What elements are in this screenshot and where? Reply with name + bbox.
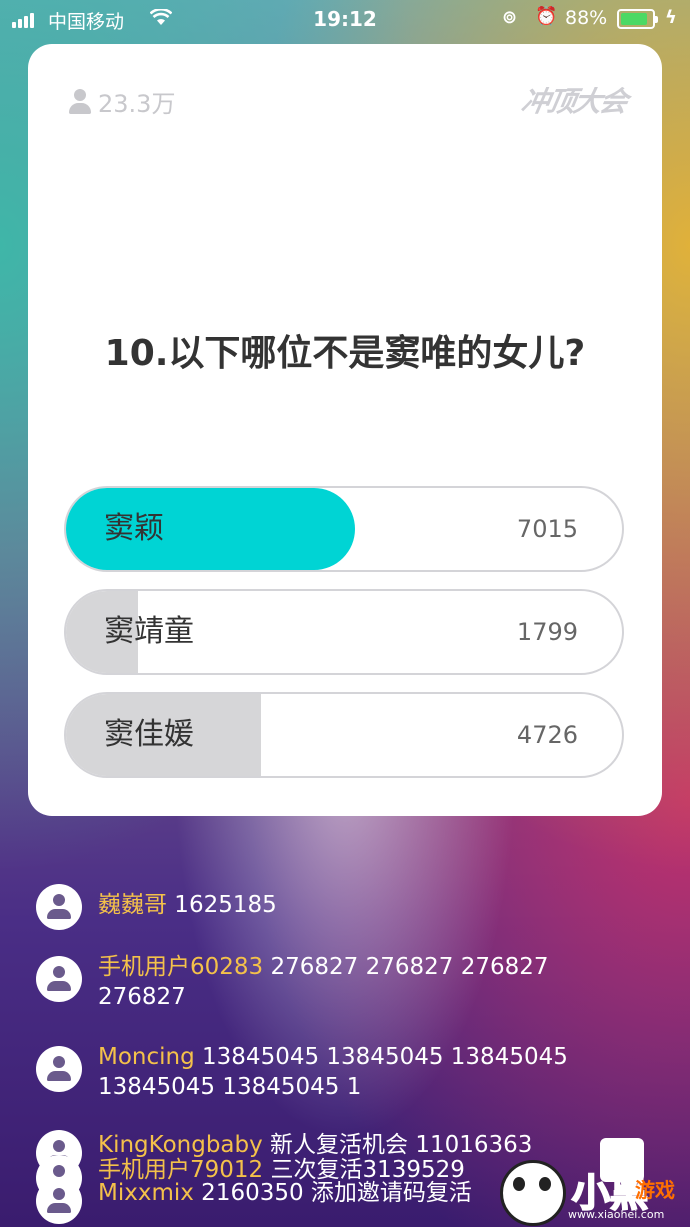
avatar[interactable] — [36, 884, 82, 930]
alarm-icon: ⏰ — [535, 6, 558, 27]
comment-username[interactable]: Mixxmix — [98, 1180, 194, 1206]
battery-icon — [617, 9, 658, 29]
watermark-url: www.xiaohei.com — [568, 1208, 665, 1221]
battery-fill — [621, 13, 647, 25]
battery-percent: 88% — [565, 7, 608, 29]
comment-username[interactable]: 手机用户60283 — [98, 954, 263, 980]
app-logo: 冲顶大会 — [518, 85, 629, 118]
answer-option-2[interactable]: 窦靖童 1799 — [64, 589, 624, 675]
quiz-card: 23.3万 冲顶大会 10.以下哪位不是窦唯的女儿? 窦颖 7015 窦靖童 1… — [28, 44, 662, 816]
person-icon — [68, 88, 92, 115]
watermark-brand-sub: 游戏 — [635, 1178, 675, 1202]
answer-option-3[interactable]: 窦佳媛 4726 — [64, 692, 624, 778]
comment-body: 2160350 添加邀请码复活 — [193, 1180, 472, 1206]
answer-label: 窦佳媛 — [104, 717, 194, 752]
viewer-count-label: 23.3万 — [98, 90, 176, 118]
answer-count: 4726 — [516, 721, 578, 749]
answer-option-1[interactable]: 窦颖 7015 — [64, 486, 624, 572]
avatar[interactable] — [36, 1178, 82, 1224]
avatar[interactable] — [36, 1046, 82, 1092]
answer-count: 1799 — [516, 618, 578, 646]
viewer-count: 23.3万 — [68, 84, 175, 119]
rotation-lock-icon: ⊚ — [502, 7, 518, 28]
comment-username[interactable]: 巍巍哥 — [98, 892, 167, 918]
panda-mascot-icon — [500, 1160, 566, 1226]
answer-label: 窦靖童 — [104, 614, 194, 649]
question-text: 10.以下哪位不是窦唯的女儿? — [104, 333, 586, 374]
avatar[interactable] — [36, 956, 82, 1002]
watermark: 小黑 游戏 www.xiaohei.com — [500, 1160, 690, 1227]
status-bar: 中国移动 19:12 ⊚ ⏰ 88% ϟ — [0, 0, 690, 40]
comment-username[interactable]: Moncing — [98, 1044, 195, 1070]
comment-body: 1625185 — [167, 892, 277, 918]
answer-label: 窦颖 — [104, 511, 164, 546]
answer-count: 7015 — [516, 515, 578, 543]
charging-icon: ϟ — [665, 7, 677, 28]
